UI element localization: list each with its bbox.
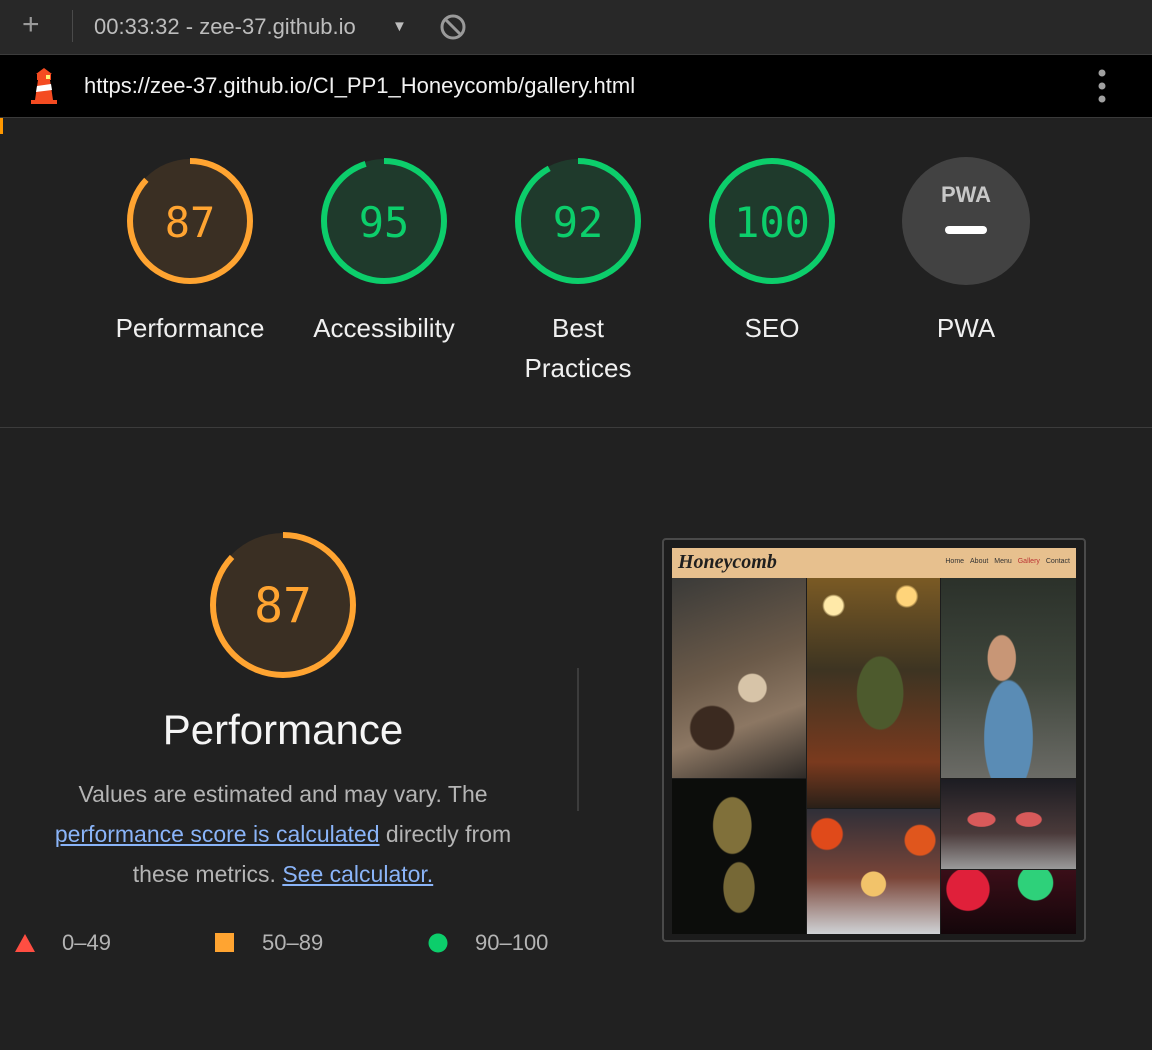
photo-laptop-person	[941, 578, 1076, 778]
site-nav-item: About	[970, 558, 989, 565]
site-nav-item: Home	[945, 558, 965, 565]
gauge-score: 95	[359, 198, 410, 247]
new-report-button[interactable]: +	[22, 10, 40, 40]
performance-gauge-large: 87	[208, 530, 358, 685]
gauge-label: PWA	[936, 313, 996, 343]
score-calculated-link[interactable]: performance score is calculated	[55, 821, 380, 847]
report-url: https://zee-37.github.io/CI_PP1_Honeycom…	[84, 73, 636, 98]
legend-fail: 0–49	[14, 930, 111, 956]
see-calculator-link[interactable]: See calculator.	[282, 861, 433, 887]
photo-bartender	[807, 578, 940, 808]
pwa-badge-text: PWA	[941, 182, 991, 207]
legend-range: 0–49	[62, 930, 111, 955]
gauge-score: 100	[734, 198, 810, 247]
photo-coffee-hands	[672, 578, 806, 778]
square-icon	[215, 933, 234, 952]
performance-title: Performance	[162, 706, 404, 753]
photo-neon-sign	[672, 779, 806, 934]
site-brand: Honeycomb	[678, 551, 777, 573]
chevron-down-icon[interactable]: ▼	[392, 18, 407, 35]
photo-red-green-bar	[941, 870, 1076, 934]
legend-range: 90–100	[475, 930, 549, 955]
gauge-label-line: Practices	[524, 353, 632, 383]
more-options-icon[interactable]	[1096, 69, 1108, 108]
photo-martinis	[941, 779, 1076, 869]
gauge-label: Best Practices	[483, 308, 673, 388]
report-selector[interactable]: 00:33:32 - zee-37.github.io	[94, 14, 356, 40]
photo-cocktails-flowers	[807, 809, 940, 934]
legend-average: 50–89	[214, 930, 323, 956]
site-header: Honeycomb Home About Menu Gallery Contac…	[672, 548, 1076, 578]
site-nav-item: Contact	[1045, 558, 1070, 565]
gauge-label: Performance	[115, 313, 265, 343]
performance-description: Values are estimated and may vary. The p…	[30, 774, 536, 894]
gauge-label: SEO	[744, 313, 800, 343]
vertical-divider	[577, 668, 579, 811]
legend-range: 50–89	[262, 930, 324, 955]
session-bar: + 00:33:32 - zee-37.github.io ▼	[0, 0, 1152, 55]
site-nav-item: Menu	[994, 558, 1012, 565]
triangle-icon	[15, 934, 35, 952]
gauge-accessibility[interactable]: 95 Accessibility	[289, 156, 479, 348]
legend-pass: 90–100	[427, 930, 548, 956]
site-nav: Home About Menu Gallery Contact	[941, 558, 1070, 565]
screenshot-content: Honeycomb Home About Menu Gallery Contac…	[672, 548, 1076, 934]
gauge-best-practices[interactable]: 92 Best Practices	[483, 156, 673, 388]
active-indicator	[0, 118, 3, 134]
gauge-label: Accessibility	[313, 313, 455, 343]
pwa-badge-bg	[902, 157, 1030, 285]
gauge-performance[interactable]: 87 Performance	[95, 156, 285, 348]
url-bar: https://zee-37.github.io/CI_PP1_Honeycom…	[0, 55, 1152, 118]
toolbar-divider	[72, 10, 73, 42]
gauge-seo[interactable]: 100 SEO	[677, 156, 867, 348]
gauge-score: 87	[165, 198, 216, 247]
description-text: Values are estimated and may vary. The	[78, 781, 488, 807]
clear-icon[interactable]	[439, 13, 467, 46]
site-nav-item: Gallery	[1017, 558, 1040, 565]
gauge-pwa[interactable]: PWA PWA	[871, 156, 1061, 348]
lighthouse-icon	[30, 67, 58, 110]
section-divider	[0, 427, 1152, 428]
gauge-label-line: Best	[551, 313, 605, 343]
pwa-dash-icon	[945, 226, 987, 234]
gauge-score: 87	[254, 578, 312, 634]
final-screenshot[interactable]: Honeycomb Home About Menu Gallery Contac…	[662, 538, 1086, 942]
circle-icon	[428, 933, 448, 953]
gauge-score: 92	[553, 198, 604, 247]
